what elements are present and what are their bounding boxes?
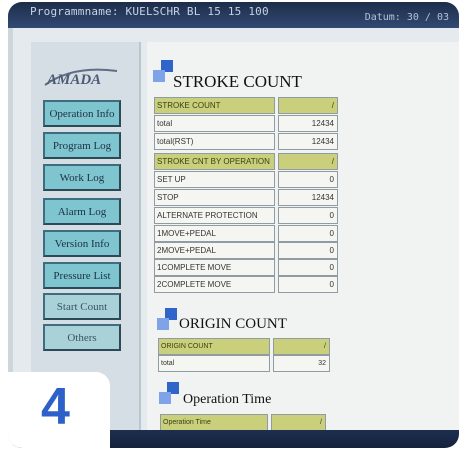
sidebar-item-alarm-log[interactable]: Alarm Log: [43, 198, 121, 225]
header-value: /: [271, 414, 326, 431]
table-row: total 32: [158, 355, 330, 372]
sidebar-item-label: Version Info: [54, 237, 110, 250]
main-content: STROKE COUNT STROKE COUNT / total 12434 …: [147, 42, 459, 448]
sidebar-item-label: Work Log: [59, 171, 105, 184]
table-header-row: STROKE CNT BY OPERATION /: [154, 153, 338, 170]
step-number: 4: [41, 378, 70, 436]
row-label: STOP: [154, 189, 275, 206]
row-label: 1MOVE+PEDAL: [154, 225, 275, 242]
table-row: 2COMPLETE MOVE 0: [154, 276, 338, 293]
table-header-row: ORIGIN COUNT /: [158, 338, 330, 355]
row-label: total(RST): [154, 133, 275, 150]
row-value: 12434: [278, 115, 338, 132]
header-label: Operation Time: [160, 414, 268, 431]
sidebar-item-label: Program Log: [52, 139, 112, 152]
sidebar-item-others[interactable]: Others: [43, 324, 121, 351]
table-row: 1COMPLETE MOVE 0: [154, 259, 338, 276]
table-header-row: STROKE COUNT /: [154, 97, 338, 114]
row-label: total: [154, 115, 275, 132]
header-label: ORIGIN COUNT: [158, 338, 270, 355]
row-value: 12434: [278, 189, 338, 206]
header-label: STROKE CNT BY OPERATION: [154, 153, 275, 170]
sidebar-item-work-log[interactable]: Work Log: [43, 164, 121, 191]
row-label: 2COMPLETE MOVE: [154, 276, 275, 293]
row-value: 0: [278, 171, 338, 188]
section-title-operation-time: Operation Time: [183, 392, 272, 407]
section-title-origin-count: ORIGIN COUNT: [179, 316, 287, 332]
sidebar-item-operation-info[interactable]: Operation Info: [43, 100, 121, 127]
row-value: 0: [278, 242, 338, 259]
table-row: 1MOVE+PEDAL 0: [154, 225, 338, 242]
section-icon: [159, 382, 181, 404]
row-value: 0: [278, 225, 338, 242]
program-name: Programmname: KUELSCHR BL 15 15 100: [30, 5, 269, 18]
sidebar-item-label: Alarm Log: [57, 205, 107, 218]
row-value: 0: [278, 276, 338, 293]
section-title-stroke-count: STROKE COUNT: [173, 72, 302, 91]
row-label: 1COMPLETE MOVE: [154, 259, 275, 276]
row-value: 0: [278, 207, 338, 224]
row-value: 32: [273, 355, 330, 372]
step-badge: 4: [8, 372, 110, 448]
sidebar-item-pressure-list[interactable]: Pressure List: [43, 262, 121, 289]
title-bar: Programmname: KUELSCHR BL 15 15 100 Datu…: [8, 2, 459, 28]
table-row: total 12434: [154, 115, 338, 132]
table-header-row: Operation Time /: [160, 414, 326, 431]
sidebar-item-version-info[interactable]: Version Info: [43, 230, 121, 257]
sidebar-item-program-log[interactable]: Program Log: [43, 132, 121, 159]
sidebar-item-label: Start Count: [56, 300, 108, 313]
row-label: total: [158, 355, 270, 372]
header-value: /: [278, 153, 338, 170]
amada-logo: AMADA: [44, 68, 118, 88]
sidebar-item-label: Others: [67, 331, 97, 344]
table-row: 2MOVE+PEDAL 0: [154, 242, 338, 259]
section-icon: [153, 60, 175, 82]
row-label: ALTERNATE PROTECTION: [154, 207, 275, 224]
section-icon: [157, 308, 179, 330]
header-label: STROKE COUNT: [154, 97, 275, 114]
sidebar-item-label: Pressure List: [53, 269, 111, 282]
row-label: SET UP: [154, 171, 275, 188]
logo-text: AMADA: [46, 72, 101, 88]
table-row: STOP 12434: [154, 189, 338, 206]
row-value: 12434: [278, 133, 338, 150]
row-label: 2MOVE+PEDAL: [154, 242, 275, 259]
header-value: /: [273, 338, 330, 355]
row-value: 0: [278, 259, 338, 276]
table-row: ALTERNATE PROTECTION 0: [154, 207, 338, 224]
header-value: /: [278, 97, 338, 114]
sidebar-item-label: Operation Info: [49, 107, 115, 120]
table-row: SET UP 0: [154, 171, 338, 188]
sidebar-item-start-count[interactable]: Start Count: [43, 293, 121, 320]
table-row: total(RST) 12434: [154, 133, 338, 150]
date-display: Datum: 30 / 03: [364, 12, 449, 23]
